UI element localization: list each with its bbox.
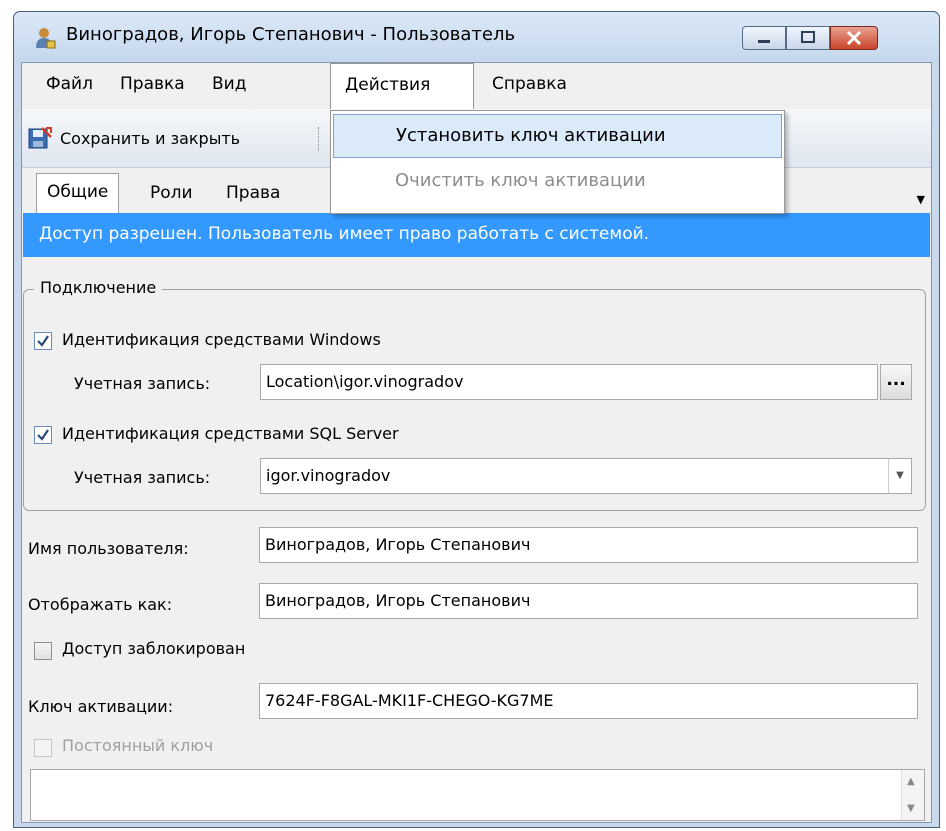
chevron-down-icon[interactable]: ▼	[888, 459, 911, 493]
maximize-icon	[801, 31, 815, 43]
sql-auth-checkbox[interactable]	[34, 426, 52, 444]
activation-key-label: Ключ активации:	[28, 697, 174, 716]
permanent-key-checkbox	[34, 739, 52, 757]
maximize-button[interactable]	[786, 26, 830, 50]
actions-dropdown: Установить ключ активации Очистить ключ …	[330, 110, 785, 214]
save-close-label: Сохранить и закрыть	[60, 128, 241, 148]
scroll-up-icon[interactable]: ▲	[907, 776, 915, 787]
toolbar-separator	[318, 127, 320, 151]
save-close-button[interactable]: Сохранить и закрыть	[28, 121, 240, 155]
display-as-input[interactable]: Виноградов, Игорь Степанович	[259, 583, 918, 619]
set-activation-key-item[interactable]: Установить ключ активации	[333, 114, 782, 158]
menu-help[interactable]: Справка	[478, 63, 581, 107]
notes-textarea[interactable]: ▲ ▼	[30, 769, 925, 821]
title-bar[interactable]: Виноградов, Игорь Степанович - Пользоват…	[14, 12, 939, 62]
activation-key-input[interactable]: 7624F-F8GAL-MKI1F-CHEGO-KG7ME	[259, 683, 918, 719]
tab-roles[interactable]: Роли	[140, 175, 203, 213]
sql-account-label: Учетная запись:	[74, 468, 211, 487]
browse-button[interactable]: ...	[880, 364, 912, 400]
sql-account-value: igor.vinogradov	[266, 466, 391, 485]
close-button[interactable]	[830, 26, 878, 50]
sql-auth-label: Идентификация средствами SQL Server	[62, 424, 399, 443]
menu-bar: Файл Правка Вид Действия Справка	[22, 63, 931, 109]
display-as-label: Отображать как:	[28, 595, 173, 614]
tab-general[interactable]: Общие	[36, 173, 120, 215]
window-title: Виноградов, Игорь Степанович - Пользоват…	[66, 24, 516, 45]
scroll-down-icon[interactable]: ▼	[907, 803, 915, 814]
windows-auth-label: Идентификация средствами Windows	[62, 330, 381, 349]
clear-activation-key-item: Очистить ключ активации	[395, 170, 646, 191]
checkmark-icon	[37, 335, 49, 347]
user-window: Виноградов, Игорь Степанович - Пользоват…	[13, 11, 940, 828]
sql-account-combo[interactable]: igor.vinogradov ▼	[260, 458, 912, 494]
vertical-scrollbar[interactable]: ▲ ▼	[901, 770, 924, 820]
connection-group-title: Подключение	[34, 278, 163, 297]
windows-account-label: Учетная запись:	[74, 374, 211, 393]
windows-account-input[interactable]: Location\igor.vinogradov	[260, 364, 878, 400]
access-blocked-checkbox[interactable]	[34, 642, 52, 660]
minimize-icon	[758, 40, 770, 43]
close-icon	[846, 30, 862, 46]
username-input[interactable]: Виноградов, Игорь Степанович	[259, 527, 918, 563]
tab-scroll-icon[interactable]: ▼	[917, 193, 925, 206]
windows-auth-checkbox[interactable]	[34, 332, 52, 350]
checkmark-icon	[37, 429, 49, 441]
status-banner: Доступ разрешен. Пользователь имеет прав…	[23, 213, 930, 257]
menu-view[interactable]: Вид	[198, 63, 260, 107]
save-close-icon	[28, 127, 52, 149]
connection-group: Подключение Идентификация средствами Win…	[23, 278, 926, 511]
menu-edit[interactable]: Правка	[106, 63, 199, 107]
minimize-button[interactable]	[742, 26, 786, 50]
window-client: Файл Правка Вид Действия Справка Сохрани…	[21, 62, 932, 823]
permanent-key-label: Постоянный ключ	[62, 736, 214, 755]
username-label: Имя пользователя:	[28, 539, 189, 558]
tab-rights[interactable]: Права	[216, 175, 290, 213]
menu-file[interactable]: Файл	[32, 63, 107, 107]
menu-actions[interactable]: Действия	[330, 63, 474, 109]
user-icon	[36, 28, 56, 49]
access-blocked-label: Доступ заблокирован	[62, 639, 246, 658]
